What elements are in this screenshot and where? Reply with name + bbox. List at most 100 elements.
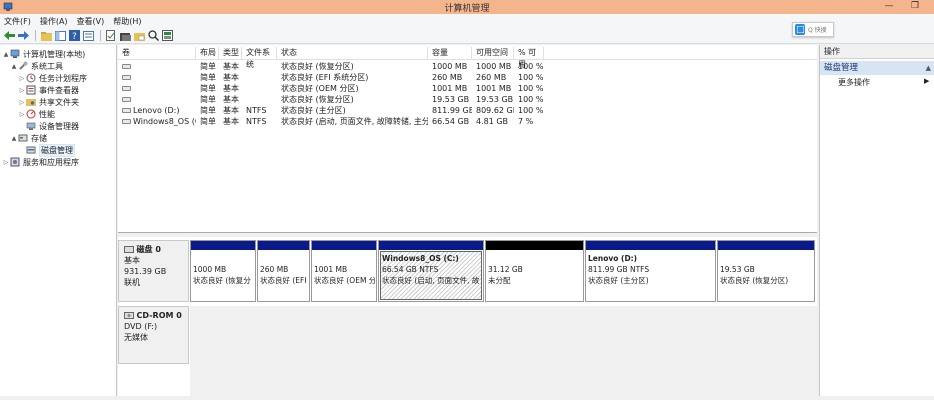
collapse-up-icon[interactable]: ▲ — [926, 61, 931, 75]
table-row[interactable]: 简单 基本 状态良好 (恢复分区) 19.53 GB 19.53 GB 100 … — [118, 94, 817, 105]
disk-state: 联机 — [124, 278, 140, 287]
cdrom-state: 无媒体 — [124, 333, 148, 342]
show-hide-tree-button[interactable] — [54, 30, 66, 42]
collapse-arrow-icon[interactable]: ▲ — [10, 135, 18, 142]
tree-item-device-manager[interactable]: 设备管理器 — [18, 120, 79, 132]
actions-section-disk-management[interactable]: 磁盘管理 ▲ — [820, 61, 934, 75]
console-tree-icon — [54, 30, 66, 41]
back-button[interactable] — [3, 30, 15, 42]
column-header-capacity[interactable]: 容量 — [428, 47, 472, 60]
column-header-free-space[interactable]: 可用空间 — [472, 47, 514, 60]
collapse-arrow-icon[interactable]: ▲ — [10, 63, 18, 70]
new-document-button[interactable] — [105, 30, 117, 42]
collapse-arrow-icon[interactable]: ▲ — [2, 51, 10, 58]
layout-cell: 简单 — [200, 106, 216, 115]
capacity-cell: 66.54 GB — [432, 117, 470, 126]
free-space-cell: 19.53 GB — [476, 95, 514, 104]
minimize-button[interactable]: — — [876, 0, 902, 14]
partition-recovery-1[interactable]: 1000 MB 状态良好 (恢复分 — [190, 240, 256, 302]
free-space-cell: 260 MB — [476, 73, 507, 82]
up-folder-button[interactable] — [40, 30, 52, 42]
partition-efi[interactable]: 260 MB 状态良好 (EFI — [257, 240, 310, 302]
partition-unallocated[interactable]: 31.12 GB 未分配 — [485, 240, 584, 302]
volume-cell — [118, 94, 196, 105]
filesystem-cell — [242, 94, 277, 105]
type-cell: 基本 — [223, 117, 239, 126]
partition-text: 260 MB 状态良好 (EFI — [260, 253, 308, 286]
tree-item-services-applications[interactable]: ▷ 服务和应用程序 — [2, 156, 79, 168]
partition-bar — [191, 241, 255, 250]
column-header-status[interactable]: 状态 — [277, 47, 428, 60]
tree-item-storage[interactable]: ▲ 存储 — [10, 132, 47, 144]
tree-item-label: 系统工具 — [31, 61, 63, 71]
capacity-cell: 260 MB — [432, 73, 463, 82]
column-header-layout[interactable]: 布局 — [196, 47, 219, 60]
properties-view-button[interactable] — [82, 30, 94, 42]
expand-arrow-icon[interactable]: ▷ — [18, 87, 26, 94]
document-check-icon — [106, 30, 115, 41]
menu-view[interactable]: 查看(V) — [77, 16, 105, 27]
open-folder-button[interactable] — [119, 30, 131, 42]
filesystem-cell — [242, 72, 277, 83]
tree-item-task-scheduler[interactable]: ▷ 任务计划程序 — [18, 72, 87, 84]
table-row[interactable]: 简单 基本 状态良好 (EFI 系统分区) 260 MB 260 MB 100 … — [118, 72, 817, 83]
partition-windows-c[interactable]: Windows8_OS (C:) 66.54 GB NTFS 状态良好 (启动, 页… — [378, 240, 484, 302]
rescan-button[interactable] — [161, 30, 173, 42]
title-bar: 计算机管理 — ❐ — [0, 0, 934, 14]
forward-button[interactable] — [17, 30, 29, 42]
menu-action[interactable]: 操作(A) — [40, 16, 68, 27]
restore-button[interactable]: ❐ — [902, 0, 928, 14]
tree-item-computer-management[interactable]: ▲ 计算机管理(本地) — [2, 48, 86, 60]
magnifier-icon — [147, 30, 159, 41]
tree-item-shared-folders[interactable]: ▷ 共享文件夹 — [18, 96, 79, 108]
quick-search-widget[interactable]: Q 快搜 — [792, 22, 834, 37]
column-header-volume[interactable]: 卷 — [118, 47, 196, 60]
partition-status: 状态良好 (EFI — [260, 276, 307, 285]
menu-file[interactable]: 文件(F) — [4, 16, 31, 27]
expand-arrow-icon[interactable]: ▷ — [18, 75, 26, 82]
tree-item-label: 事件查看器 — [39, 85, 79, 95]
status-cell: 状态良好 (恢复分区) — [281, 95, 354, 104]
actions-section-label: 磁盘管理 — [824, 63, 859, 73]
help-button[interactable]: ? — [68, 30, 80, 42]
tree-item-label: 性能 — [39, 109, 55, 119]
tree-item-performance[interactable]: ▷ 性能 — [18, 108, 55, 120]
folder-button[interactable] — [133, 30, 145, 42]
menu-help[interactable]: 帮助(H) — [113, 16, 141, 27]
column-header-filesystem[interactable]: 文件系统 — [242, 47, 277, 69]
toolbar-separator — [100, 30, 101, 41]
table-row[interactable]: 简单 基本 状态良好 (OEM 分区) 1001 MB 1001 MB 100 … — [118, 83, 817, 94]
disk-0-label[interactable]: 磁盘 0 基本 931.39 GB 联机 — [118, 240, 189, 302]
tree-item-event-viewer[interactable]: ▷ 事件查看器 — [18, 84, 79, 96]
tree-item-system-tools[interactable]: ▲ 系统工具 — [10, 60, 63, 72]
type-cell: 基本 — [223, 62, 239, 71]
partition-bar — [486, 241, 583, 250]
column-header-type[interactable]: 类型 — [219, 47, 242, 60]
column-header-percent-free[interactable]: % 可用 — [514, 47, 544, 69]
partition-status: 状态良好 (OEM 分 — [314, 276, 375, 285]
capacity-cell: 19.53 GB — [432, 95, 470, 104]
expand-arrow-icon[interactable]: ▷ — [18, 99, 26, 106]
disk-type: 基本 — [124, 256, 140, 265]
tree-item-label: 共享文件夹 — [39, 97, 79, 107]
console-tree: ▲ 计算机管理(本地) ▲ 系统工具 ▷ 任务计划程序 ▷ 事件查看器 ▷ 共享… — [0, 45, 117, 400]
expand-arrow-icon[interactable]: ▷ — [18, 111, 26, 118]
forward-arrow-icon — [17, 31, 29, 40]
volume-cell — [118, 61, 196, 72]
partition-oem[interactable]: 1001 MB 状态良好 (OEM 分 — [311, 240, 377, 302]
table-row[interactable]: Lenovo (D:) 简单 基本 NTFS 状态良好 (主分区) 811.99… — [118, 105, 817, 116]
toolbar-separator — [35, 30, 36, 41]
partition-recovery-2[interactable]: 19.53 GB 状态良好 (恢复分区) — [717, 240, 815, 302]
computer-icon — [10, 49, 20, 58]
more-actions-item[interactable]: 更多操作 ▶ — [838, 77, 929, 88]
tree-item-disk-management[interactable]: 磁盘管理 — [18, 143, 75, 157]
cdrom-0-label[interactable]: CD-ROM 0 DVD (F:) 无媒体 — [118, 306, 189, 364]
table-row[interactable]: Windows8_OS (C:) 简单 基本 NTFS 状态良好 (启动, 页面… — [118, 116, 817, 127]
search-disk-button[interactable] — [147, 30, 159, 42]
expand-arrow-icon[interactable]: ▷ — [2, 159, 10, 166]
status-cell: 状态良好 (启动, 页面文件, 故障转储, 主分区) — [281, 117, 428, 126]
percent-free-cell: 7 % — [518, 117, 534, 126]
capacity-cell: 1000 MB — [432, 62, 468, 71]
partition-lenovo-d[interactable]: Lenovo (D:) 811.99 GB NTFS 状态良好 (主分区) — [585, 240, 716, 302]
table-row[interactable]: 简单 基本 状态良好 (恢复分区) 1000 MB 1000 MB 100 % — [118, 61, 817, 72]
